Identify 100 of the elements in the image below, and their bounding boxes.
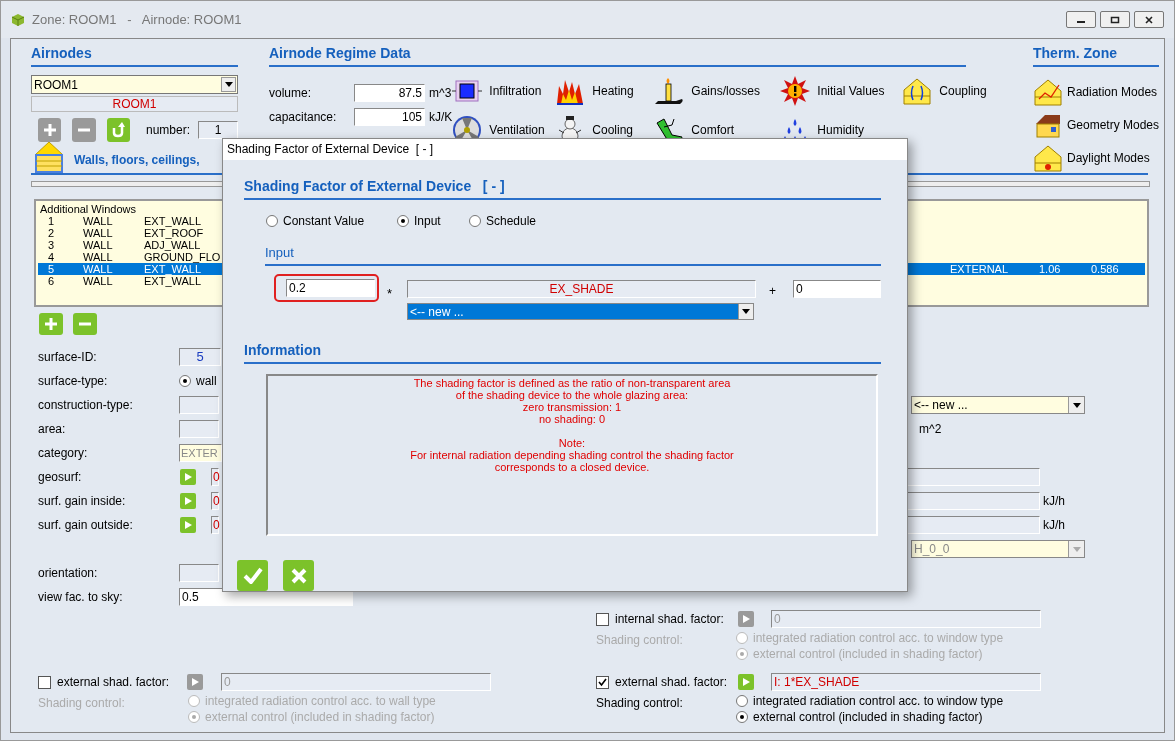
- radio-button[interactable]: [397, 214, 409, 227]
- radio-button[interactable]: [266, 214, 278, 227]
- field-label: capacitance:: [269, 109, 338, 126]
- plus-sign: +: [769, 283, 776, 300]
- refresh-button[interactable]: [106, 118, 130, 142]
- radio-label: external control (included in shading factor): [753, 709, 983, 726]
- radio-button[interactable]: [736, 695, 748, 707]
- add-button[interactable]: [39, 313, 63, 335]
- field-label: surf. gain inside:: [38, 493, 127, 510]
- cube-icon: [11, 12, 25, 27]
- radio-label: external control (included in shading factor): [205, 709, 435, 726]
- field-label: geosurf:: [38, 469, 83, 486]
- cancel-button[interactable]: [283, 560, 314, 591]
- dropdown[interactable]: <-- new ...: [407, 303, 754, 320]
- module-link[interactable]: Cooling: [592, 120, 634, 139]
- input-field[interactable]: 0: [211, 492, 219, 510]
- unit-label: m^2: [919, 421, 942, 438]
- radio-label: integrated radiation control acc. to window type: [753, 693, 1004, 710]
- module-link[interactable]: Initial Values: [817, 81, 885, 100]
- add-button[interactable]: [38, 118, 62, 142]
- module-link[interactable]: Comfort: [691, 120, 735, 139]
- radio-button[interactable]: [179, 375, 191, 387]
- module-link[interactable]: Coupling: [939, 81, 987, 100]
- radio-label: external control (included in shading factor): [753, 646, 983, 663]
- input-field[interactable]: 5: [179, 348, 221, 366]
- unit-label: kJ/h: [1043, 517, 1065, 534]
- confirm-button[interactable]: [237, 560, 268, 591]
- radio-label: wall: [196, 373, 217, 390]
- radio-button[interactable]: [469, 214, 481, 227]
- play-button[interactable]: [180, 469, 196, 485]
- exclamation-burst-icon: [780, 75, 811, 106]
- input-field[interactable]: [907, 492, 1040, 510]
- input-field[interactable]: [179, 420, 219, 438]
- minus-icon: [78, 322, 92, 326]
- remove-button[interactable]: [73, 313, 97, 335]
- module-link[interactable]: Infiltration: [489, 81, 542, 100]
- unit-label: kJ/h: [1043, 493, 1065, 510]
- radio-button[interactable]: [736, 711, 748, 723]
- play-icon: [184, 473, 192, 481]
- section-heading: Shading Factor of External Device [ - ]: [244, 175, 881, 200]
- play-icon: [191, 678, 199, 686]
- checkbox[interactable]: [596, 675, 609, 689]
- checkbox-label: external shad. factor:: [615, 674, 729, 691]
- input-field[interactable]: 1: [198, 121, 238, 139]
- number-label: number:: [146, 122, 190, 139]
- checkbox[interactable]: [38, 675, 51, 689]
- input-name-field[interactable]: EX_SHADE: [407, 280, 756, 298]
- radio-button[interactable]: [736, 632, 748, 644]
- play-button[interactable]: [180, 517, 196, 533]
- unit-label: kJ/K: [429, 109, 453, 126]
- checkbox-label: external shad. factor:: [57, 674, 171, 691]
- input-field[interactable]: [179, 396, 219, 414]
- maximize-button[interactable]: [1100, 11, 1130, 28]
- airnode-dropdown[interactable]: ROOM1: [31, 75, 238, 94]
- dropdown[interactable]: H_0_0: [911, 540, 1085, 558]
- field-label: surf. gain outside:: [38, 517, 134, 534]
- play-button[interactable]: [738, 611, 754, 627]
- input-field[interactable]: 0: [211, 468, 219, 486]
- input-field[interactable]: 105: [354, 108, 425, 126]
- minimize-button[interactable]: [1066, 11, 1096, 28]
- window-title: Zone: ROOM1 - Airnode: ROOM1: [32, 10, 242, 29]
- remove-button[interactable]: [72, 118, 96, 142]
- input-field[interactable]: 0: [211, 516, 219, 534]
- input-field[interactable]: 0: [793, 280, 881, 298]
- list-header: Additional Windows: [39, 203, 136, 215]
- field-label: area:: [38, 421, 67, 438]
- input-field[interactable]: I: 1*EX_SHADE: [771, 673, 1041, 691]
- mode-link[interactable]: Geometry Modes: [1067, 116, 1160, 134]
- radio-button[interactable]: [188, 695, 200, 707]
- field-label: view fac. to sky:: [38, 589, 124, 606]
- play-button[interactable]: [187, 674, 203, 690]
- input-field[interactable]: [907, 516, 1040, 534]
- module-link[interactable]: Heating: [592, 81, 634, 100]
- section-heading: Information: [244, 340, 881, 364]
- maximize-icon: [1110, 15, 1120, 24]
- input-field[interactable]: [907, 468, 1040, 486]
- module-link[interactable]: Gains/losses: [691, 81, 761, 100]
- input-field[interactable]: [179, 564, 219, 582]
- checkbox[interactable]: [596, 612, 609, 626]
- module-link[interactable]: Ventilation: [489, 120, 545, 139]
- shading-control-label: Shading control:: [38, 695, 126, 712]
- radio-button[interactable]: [188, 711, 200, 723]
- mode-link[interactable]: Radiation Modes: [1067, 83, 1158, 101]
- module-link[interactable]: Humidity: [817, 120, 865, 139]
- input-field[interactable]: 0.2: [286, 279, 375, 297]
- mode-link[interactable]: Daylight Modes: [1067, 149, 1150, 167]
- play-button[interactable]: [738, 674, 754, 690]
- minus-icon: [77, 128, 91, 132]
- field-label: category:: [38, 445, 89, 462]
- input-field[interactable]: EXTER: [179, 444, 222, 462]
- input-field[interactable]: 87.5: [354, 84, 425, 102]
- play-button[interactable]: [180, 493, 196, 509]
- play-icon: [742, 615, 750, 623]
- shading-control-label: Shading control:: [596, 632, 684, 649]
- section-heading: Airnodes: [31, 43, 238, 67]
- play-icon: [184, 521, 192, 529]
- radio-button[interactable]: [736, 648, 748, 660]
- dropdown[interactable]: <-- new ...: [911, 396, 1085, 414]
- checkmark-icon: [242, 567, 263, 584]
- close-button[interactable]: [1134, 11, 1164, 28]
